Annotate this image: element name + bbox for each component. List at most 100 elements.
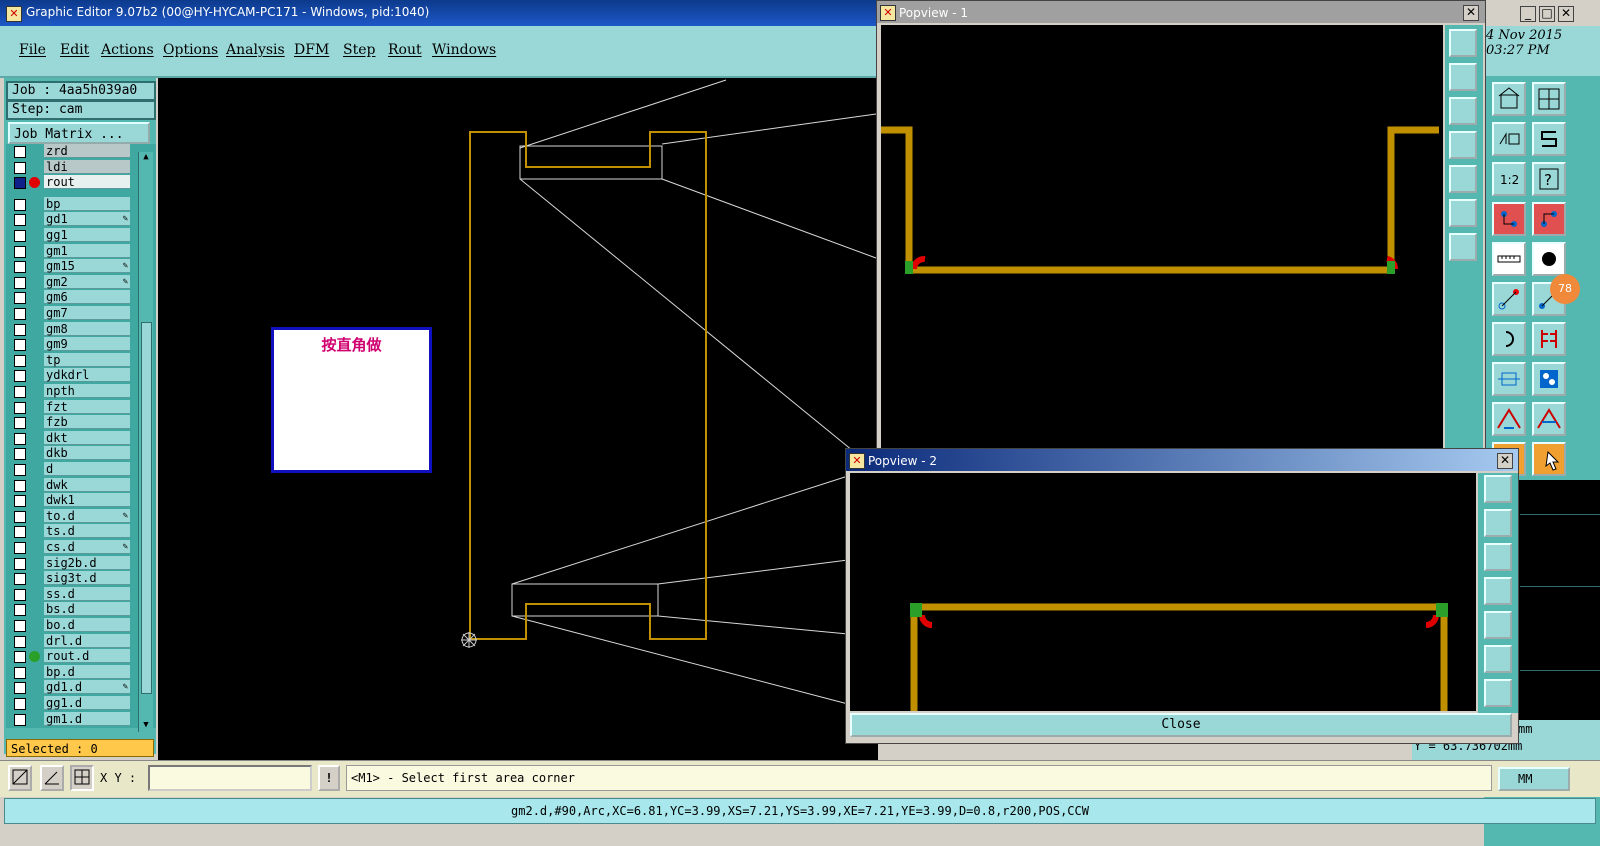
layer-checkbox[interactable]	[14, 682, 26, 695]
layer-checkbox[interactable]	[14, 323, 26, 336]
layer-name[interactable]: zrd	[44, 144, 130, 158]
job-matrix-button[interactable]: Job Matrix ...	[8, 122, 150, 144]
popview-1-canvas[interactable]	[881, 25, 1443, 449]
layer-row[interactable]: gm8	[6, 321, 131, 337]
layer-name[interactable]: gg1	[44, 228, 130, 242]
main-close-icon[interactable]: ✕	[1558, 6, 1574, 22]
layer-name[interactable]: rout.d	[44, 649, 130, 664]
layer-row[interactable]: gm1	[6, 243, 131, 259]
layer-name[interactable]: bs.d	[44, 602, 130, 617]
layer-row[interactable]: gm9	[6, 337, 131, 352]
layer-checkbox[interactable]	[14, 713, 26, 726]
layer-row[interactable]: ts.d	[6, 524, 131, 539]
menu-edit[interactable]: Edit	[60, 42, 89, 58]
popview-2-canvas[interactable]	[850, 473, 1476, 711]
undo-icon[interactable]	[1492, 322, 1526, 356]
layer-checkbox[interactable]	[14, 651, 26, 664]
layer-row[interactable]: bp.d	[6, 664, 131, 680]
layer-checkbox[interactable]	[14, 448, 26, 461]
layer-row[interactable]: d	[6, 462, 131, 477]
popview-close-button[interactable]: Close	[850, 713, 1512, 737]
scroll-thumb[interactable]	[141, 322, 152, 694]
layer-row[interactable]: ydkdrl	[6, 368, 131, 383]
layer-checkbox[interactable]	[14, 339, 26, 352]
layer-name[interactable]: ydkdrl	[44, 368, 130, 383]
layer-row[interactable]: drl.d	[6, 633, 131, 649]
menu-file[interactable]: File	[19, 42, 46, 58]
layer-checkbox[interactable]	[14, 542, 26, 554]
layer-row[interactable]: gg1	[6, 228, 131, 243]
layer-checkbox[interactable]	[14, 308, 26, 320]
components-icon[interactable]	[1532, 362, 1566, 396]
help-icon[interactable]: ?	[1532, 162, 1566, 196]
layer-row[interactable]: rout	[6, 175, 131, 190]
layer-scrollbar[interactable]: ▲ ▼	[138, 152, 153, 732]
pins-icon[interactable]	[1532, 322, 1566, 356]
layer-row[interactable]: fzt	[6, 399, 131, 415]
layer-row[interactable]: fzb	[6, 415, 131, 430]
layer-row[interactable]: gm2 ✎	[6, 274, 131, 290]
layer-name[interactable]: fzt	[44, 399, 130, 414]
menu-actions[interactable]: Actions	[101, 42, 154, 58]
layer-name[interactable]: bp.d	[44, 664, 130, 679]
layer-row[interactable]: bo.d	[6, 618, 131, 633]
snap-icon[interactable]	[1492, 122, 1526, 156]
layer-row[interactable]: gm7	[6, 306, 131, 321]
zoom-window-icon[interactable]	[1532, 82, 1566, 116]
alert-icon[interactable]: !	[318, 765, 340, 791]
zoom-out-icon[interactable]	[1484, 679, 1512, 707]
layer-checkbox[interactable]	[14, 495, 26, 508]
zoom-area-icon[interactable]	[8, 765, 32, 791]
layer-row[interactable]: gm6	[6, 290, 131, 305]
layer-row[interactable]: gm15 ✎	[6, 259, 131, 274]
layer-name[interactable]: dkt	[44, 430, 130, 445]
layer-name[interactable]: gm1	[44, 243, 130, 258]
layer-name[interactable]: gg1.d	[44, 696, 130, 710]
popview-1-close-icon[interactable]: ✕	[1463, 5, 1479, 21]
dimension-icon[interactable]	[1492, 362, 1526, 396]
layer-row[interactable]: bs.d	[6, 602, 131, 617]
zoom-in-icon[interactable]	[1449, 199, 1477, 227]
pad-icon[interactable]	[1532, 242, 1566, 276]
layer-row[interactable]: ldi	[6, 159, 131, 175]
layer-name[interactable]: ldi	[44, 159, 130, 174]
layer-row[interactable]: ss.d	[6, 586, 131, 602]
arc-up-icon[interactable]	[1492, 402, 1526, 436]
layer-row[interactable]: zrd	[6, 144, 131, 159]
layer-checkbox[interactable]	[14, 276, 26, 289]
layer-checkbox[interactable]	[14, 417, 26, 430]
layer-row[interactable]: bp	[6, 196, 131, 212]
layer-name[interactable]: gm7	[44, 306, 130, 320]
layer-row[interactable]: cs.d ✎	[6, 540, 131, 555]
layer-row[interactable]: sig2b.d	[6, 555, 131, 571]
layer-name[interactable]: fzb	[44, 415, 130, 430]
layer-name[interactable]: gm1.d	[44, 711, 130, 726]
menu-windows[interactable]: Windows	[432, 42, 496, 58]
layer-row[interactable]: dwk	[6, 477, 131, 493]
scroll-up-icon[interactable]: ▲	[141, 152, 151, 162]
layer-name[interactable]: bo.d	[44, 618, 130, 632]
layer-name[interactable]: npth	[44, 384, 130, 398]
layer-checkbox[interactable]	[14, 386, 26, 398]
pan-right-icon[interactable]	[1484, 611, 1512, 639]
pan-up-icon[interactable]	[1449, 63, 1477, 91]
layer-row[interactable]: gg1.d	[6, 696, 131, 711]
layer-checkbox[interactable]	[14, 214, 26, 227]
net-alt-icon[interactable]	[1532, 202, 1566, 236]
layer-checkbox[interactable]	[14, 635, 26, 648]
measure-icon[interactable]	[1492, 282, 1526, 316]
layer-checkbox[interactable]	[14, 510, 26, 523]
layer-name[interactable]: gm2	[44, 274, 130, 289]
layer-checkbox[interactable]	[14, 146, 26, 158]
layer-checkbox[interactable]	[14, 666, 26, 679]
pan-up-icon[interactable]	[1484, 509, 1512, 537]
layer-checkbox[interactable]	[14, 261, 26, 274]
menu-analysis[interactable]: Analysis	[226, 42, 285, 58]
layer-name[interactable]: gm8	[44, 321, 130, 336]
layer-name[interactable]: cs.d	[44, 540, 130, 554]
angle-icon[interactable]	[40, 765, 64, 791]
layer-row[interactable]: to.d ✎	[6, 508, 131, 524]
zoom-in-icon[interactable]	[1484, 645, 1512, 673]
layer-checkbox[interactable]	[14, 604, 26, 617]
scroll-down-icon[interactable]: ▼	[141, 720, 151, 730]
